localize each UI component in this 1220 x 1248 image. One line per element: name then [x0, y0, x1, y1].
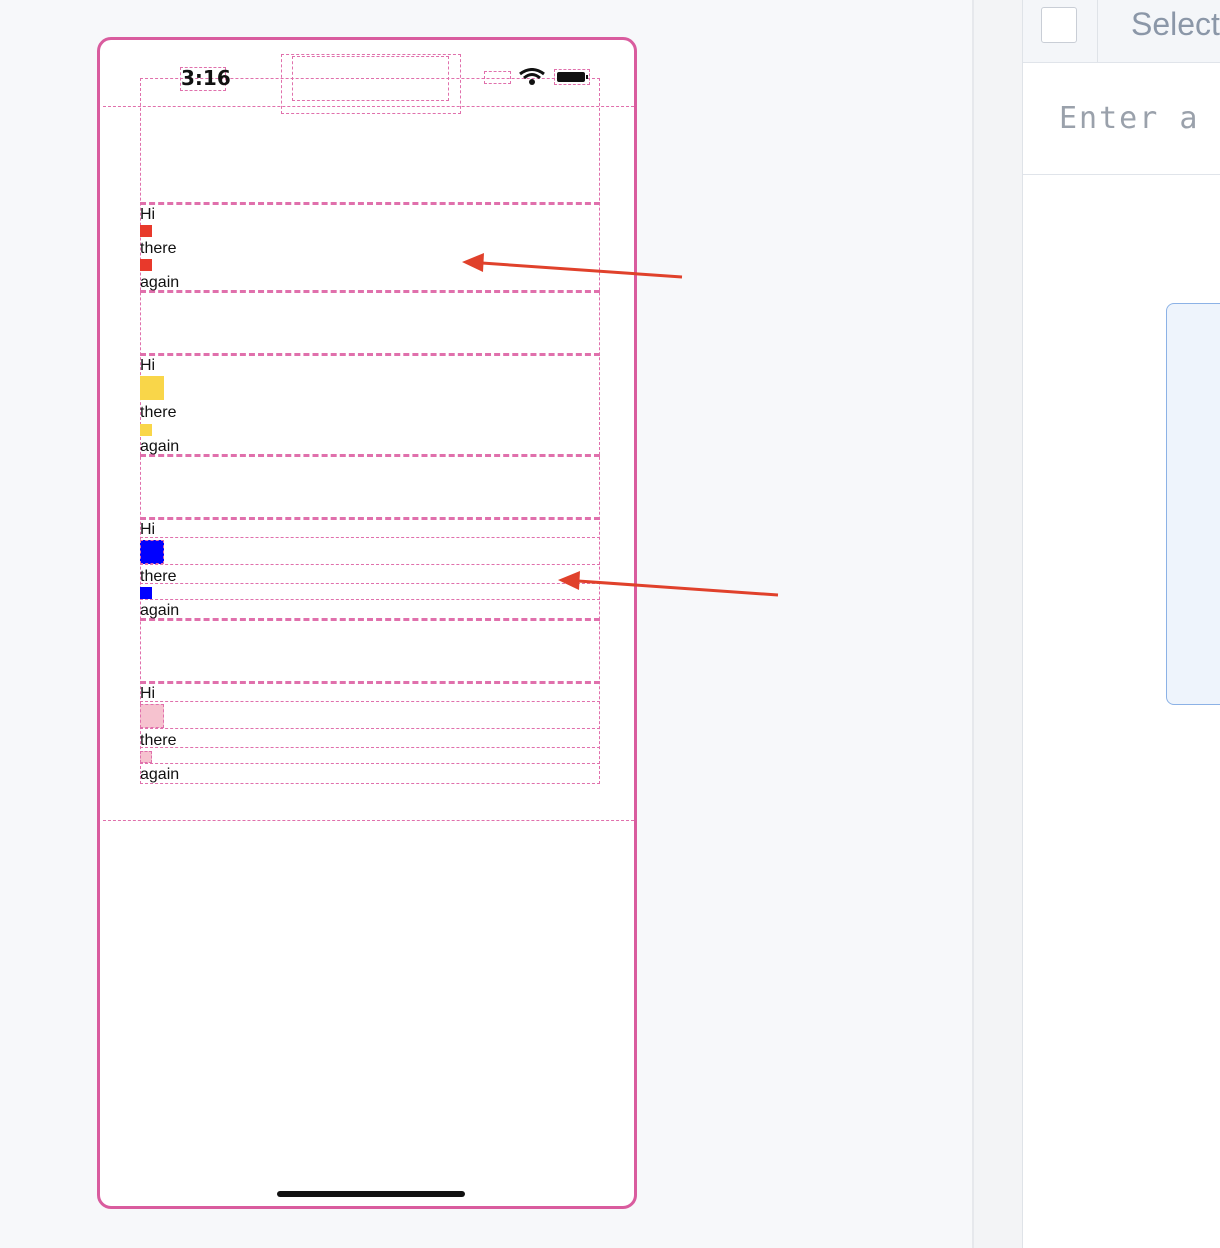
- group-3-bottom-border: [140, 618, 600, 621]
- group-4-row-divider-1: [140, 701, 600, 702]
- group-1-label-there: there: [140, 240, 177, 257]
- group-4-row-divider-2: [140, 728, 600, 729]
- group-1-label-hi: Hi: [140, 206, 156, 223]
- group-2-label-there: there: [140, 404, 177, 421]
- group-3-square-small: [140, 587, 152, 599]
- group-2-top-border: [140, 353, 600, 356]
- group-1-top-border: [140, 202, 600, 205]
- group-3-row-divider-3: [140, 583, 600, 584]
- group-1-square-small: [140, 259, 152, 271]
- group-1-bottom-border: [140, 290, 600, 293]
- home-indicator: [277, 1191, 465, 1197]
- notch-inner: [292, 56, 449, 101]
- group-3-square-large: [140, 540, 164, 564]
- preview-panel: [1166, 303, 1220, 705]
- group-4-row-divider-4: [140, 763, 600, 764]
- group-4-square-large: [140, 704, 164, 728]
- group-1-label-again: again: [140, 274, 180, 291]
- status-time: 3:16: [181, 66, 231, 90]
- command-input-row[interactable]: Enter a c: [1023, 63, 1220, 175]
- group-3-row-divider-4: [140, 599, 600, 600]
- group-3-row-divider-1: [140, 537, 600, 538]
- group-3-label-there: there: [140, 568, 177, 585]
- group-4-row-divider-3: [140, 747, 600, 748]
- group-2-label-hi: Hi: [140, 357, 156, 374]
- wifi-icon: [519, 68, 545, 86]
- group-4-label-again: again: [140, 766, 180, 783]
- side-gutter: [974, 0, 1022, 1248]
- group-3-row-divider-2: [140, 564, 600, 565]
- group-4-top-border: [140, 681, 600, 684]
- group-3-top-border: [140, 517, 600, 520]
- group-4-square-small: [140, 751, 152, 763]
- command-input-placeholder[interactable]: Enter a c: [1059, 101, 1220, 136]
- group-2-square-large: [140, 376, 164, 400]
- select-all-checkbox[interactable]: [1041, 7, 1077, 43]
- select-label[interactable]: Select: [1131, 6, 1220, 43]
- group-4-label-there: there: [140, 732, 177, 749]
- battery-icon: [554, 69, 590, 85]
- safe-area-box: [140, 78, 600, 784]
- group-3-label-again: again: [140, 602, 180, 619]
- toolbar-separator: [1097, 0, 1098, 62]
- group-3-label-hi: Hi: [140, 521, 156, 538]
- editor-pane: Select Enter a c: [1022, 0, 1220, 1248]
- group-4-label-hi: Hi: [140, 685, 156, 702]
- group-1-square-large: [140, 225, 152, 237]
- group-2-square-small: [140, 424, 152, 436]
- bottom-safe-divider: [103, 820, 634, 821]
- group-2-label-again: again: [140, 438, 180, 455]
- editor-toolbar: Select: [1023, 0, 1220, 63]
- phone-frame: 3:16 Hi there again Hi there again Hi th…: [97, 37, 637, 1209]
- signal-icon: [484, 71, 511, 84]
- group-2-bottom-border: [140, 454, 600, 457]
